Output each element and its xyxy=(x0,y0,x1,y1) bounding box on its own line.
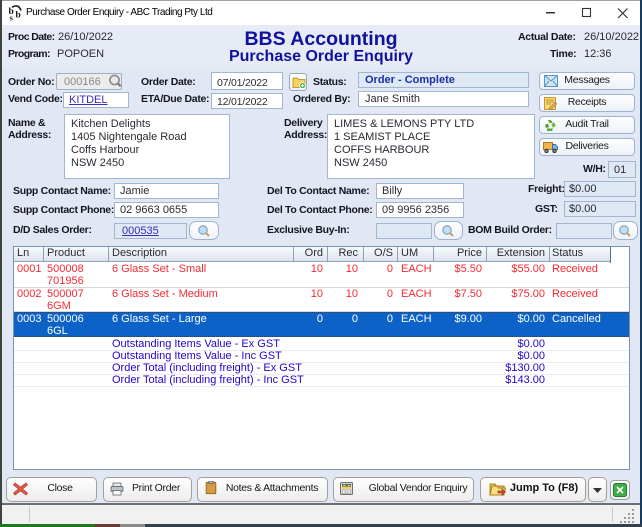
svg-text:b: b xyxy=(16,11,21,21)
